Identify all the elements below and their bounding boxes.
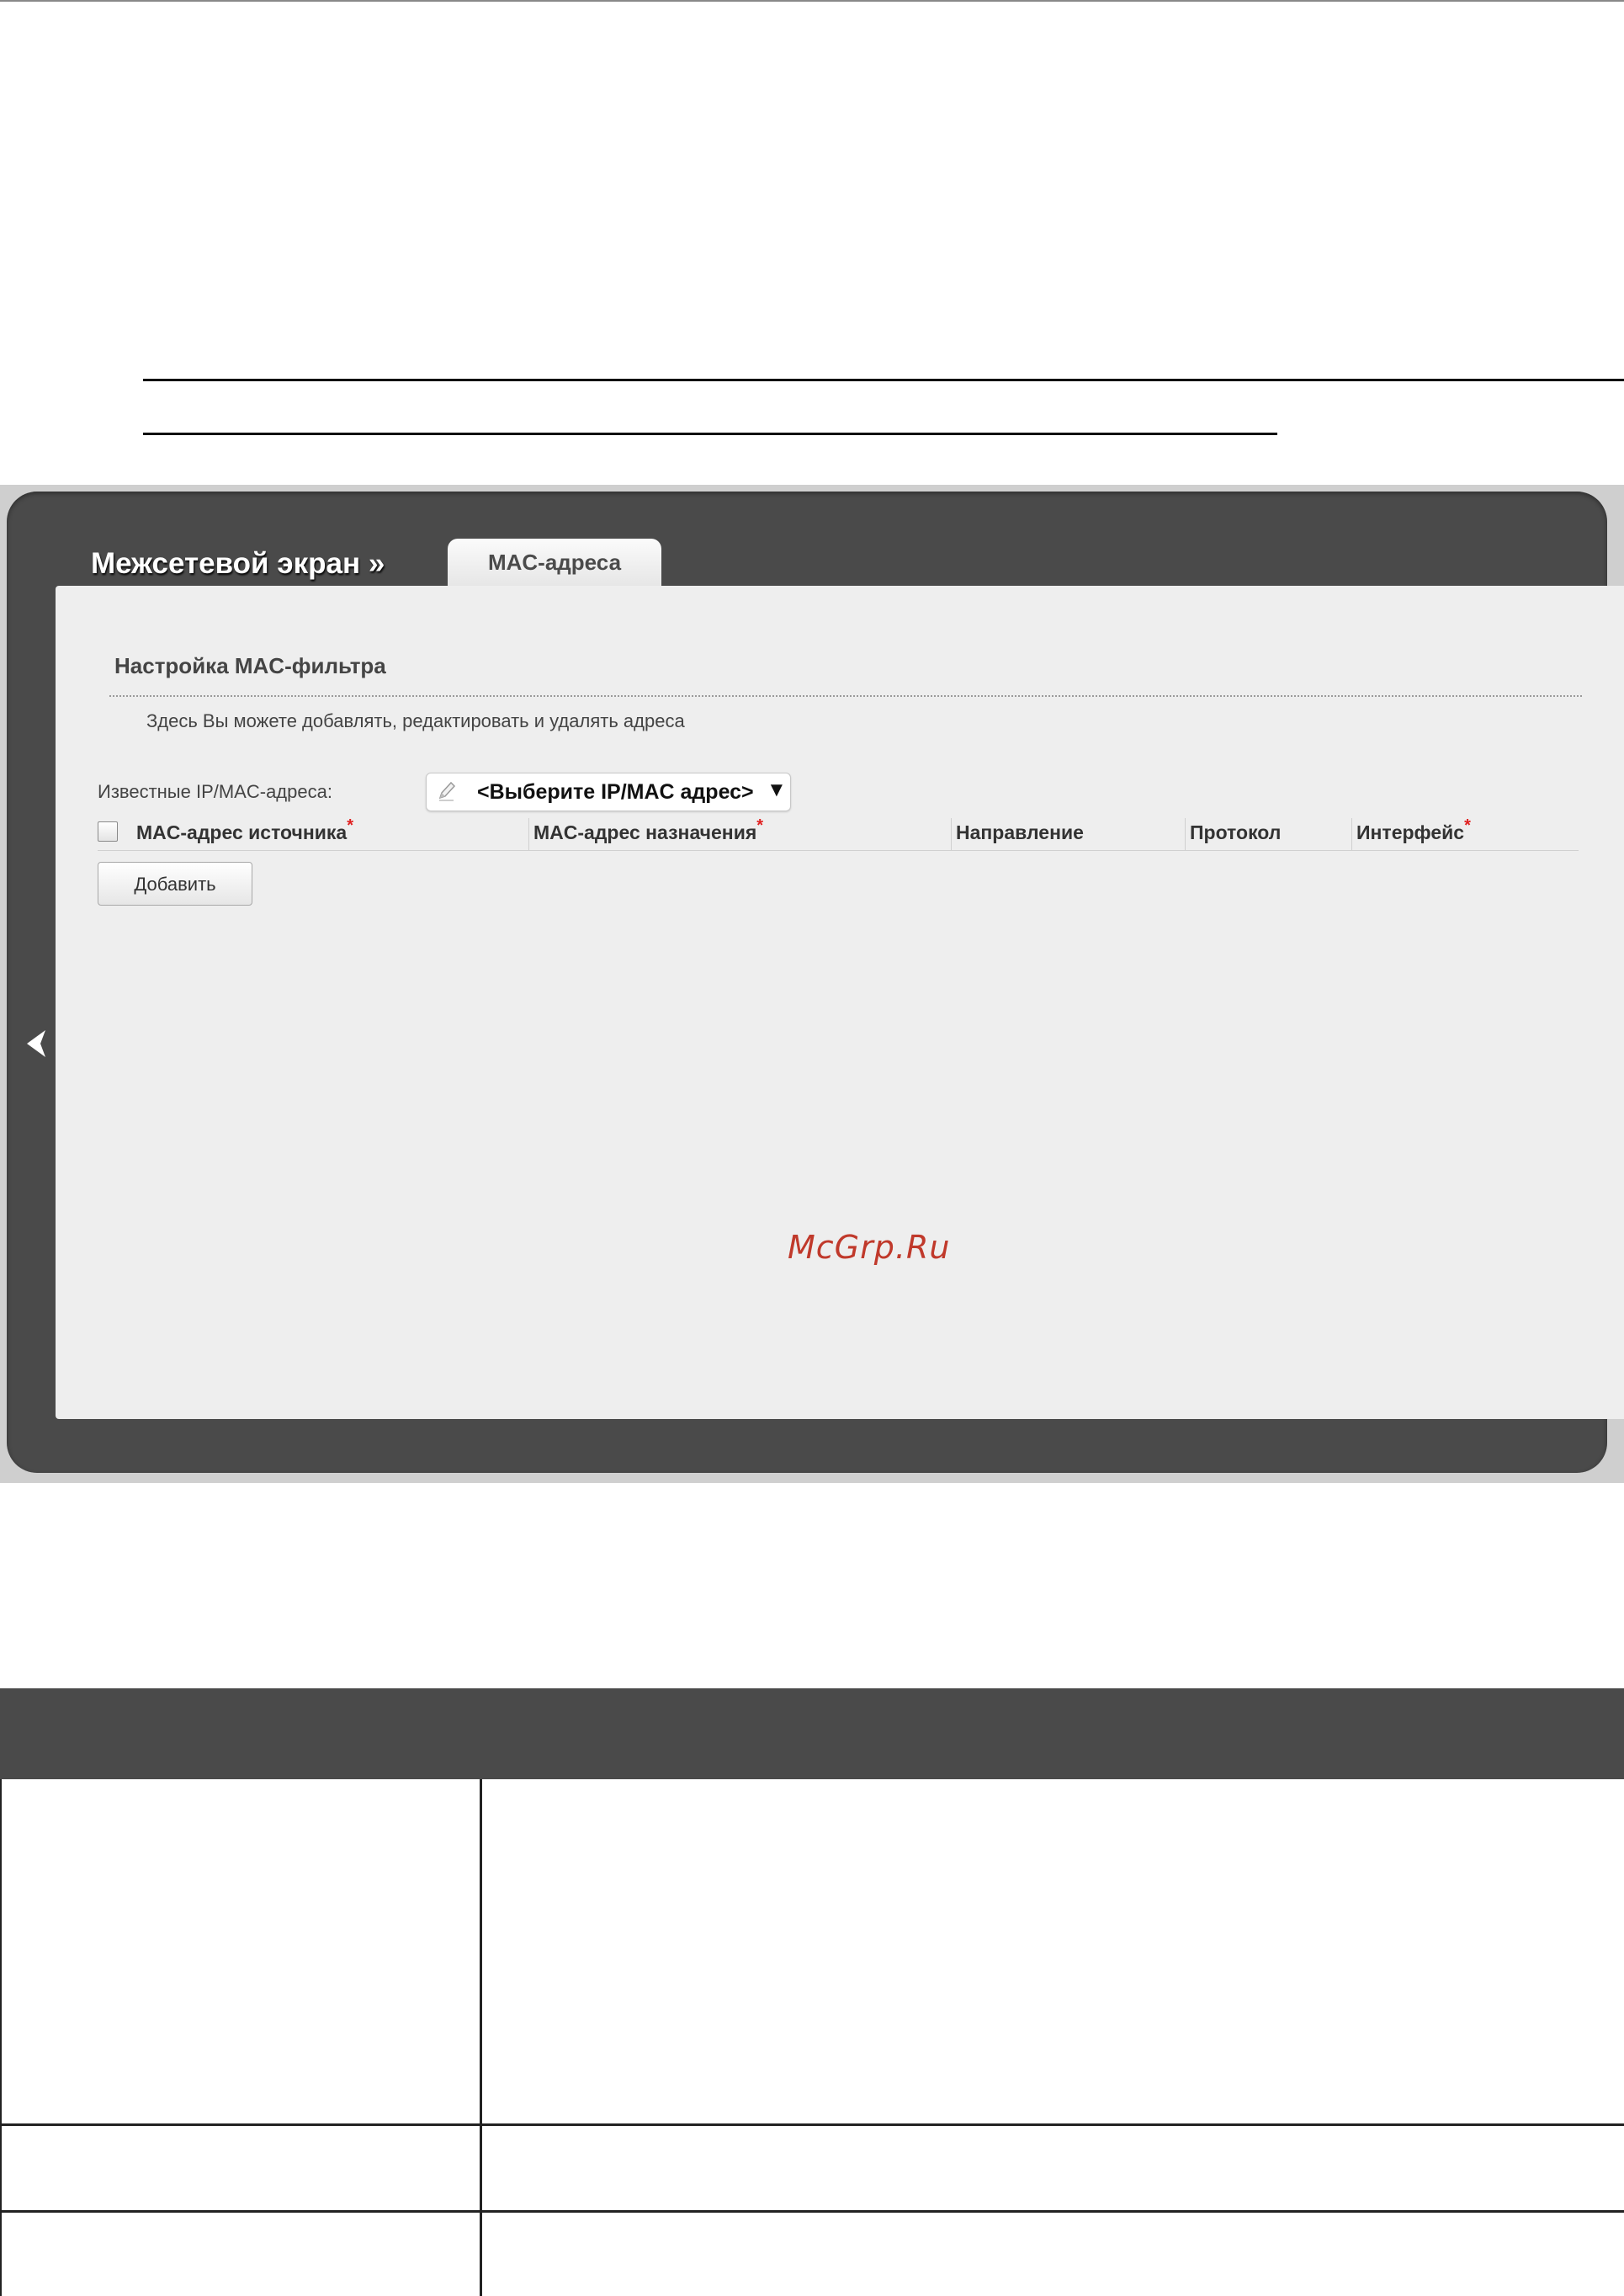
doc-table-row — [0, 2213, 1624, 2296]
column-separator — [951, 818, 952, 850]
required-mark: * — [347, 816, 354, 835]
known-addresses-label: Известные IP/MAC-адреса: — [98, 781, 332, 802]
column-header-direction: Направление — [956, 821, 1084, 843]
page-top-rule — [0, 0, 1624, 2]
table-header: MAC-адрес источника* MAC-адрес назначени… — [98, 816, 1579, 851]
required-mark: * — [1464, 816, 1471, 835]
doc-table-row — [0, 2126, 1624, 2213]
doc-table-row — [0, 1779, 1624, 2126]
doc-table-cell — [0, 2213, 482, 2296]
column-header-protocol: Протокол — [1190, 821, 1282, 843]
section-title: Настройка MAC-фильтра — [114, 653, 386, 678]
column-header-source-mac: MAC-адрес источника* — [136, 816, 354, 843]
column-separator — [1185, 818, 1186, 850]
watermark: McGrp.Ru — [788, 1229, 951, 1266]
router-ui-screenshot: Межсетевой экран » MAC-адреса Настройка … — [0, 485, 1624, 1483]
doc-table — [0, 1688, 1624, 2296]
select-all-checkbox[interactable] — [98, 821, 118, 842]
known-addresses-select[interactable]: <Выберите IP/MAC адрес> ▼ — [426, 773, 791, 811]
add-button[interactable]: Добавить — [98, 862, 252, 906]
column-separator — [528, 818, 529, 850]
required-mark: * — [756, 816, 764, 835]
dropdown-arrow-icon: ▼ — [767, 779, 787, 801]
content-area: Настройка MAC-фильтра Здесь Вы можете до… — [56, 586, 1624, 1419]
chevron-left-icon[interactable] — [22, 1025, 50, 1062]
column-separator — [1351, 818, 1352, 850]
column-header-interface: Интерфейс* — [1356, 816, 1471, 843]
doc-underline — [143, 379, 1624, 381]
breadcrumb-title: Межсетевой экран » — [91, 547, 385, 580]
select-value: <Выберите IP/MAC адрес> — [477, 780, 754, 804]
column-header-destination-mac: MAC-адрес назначения* — [533, 816, 764, 843]
section-description: Здесь Вы можете добавлять, редактировать… — [146, 710, 685, 731]
doc-table-cell — [0, 2126, 482, 2210]
router-panel: Межсетевой экран » MAC-адреса Настройка … — [7, 492, 1624, 1473]
doc-table-cell — [0, 1779, 482, 2123]
doc-table-header — [0, 1688, 1624, 1779]
section-divider — [109, 695, 1582, 697]
tab-mac-addresses[interactable]: MAC-адреса — [448, 539, 661, 591]
doc-underline — [143, 433, 1277, 435]
pencil-icon — [438, 781, 456, 801]
